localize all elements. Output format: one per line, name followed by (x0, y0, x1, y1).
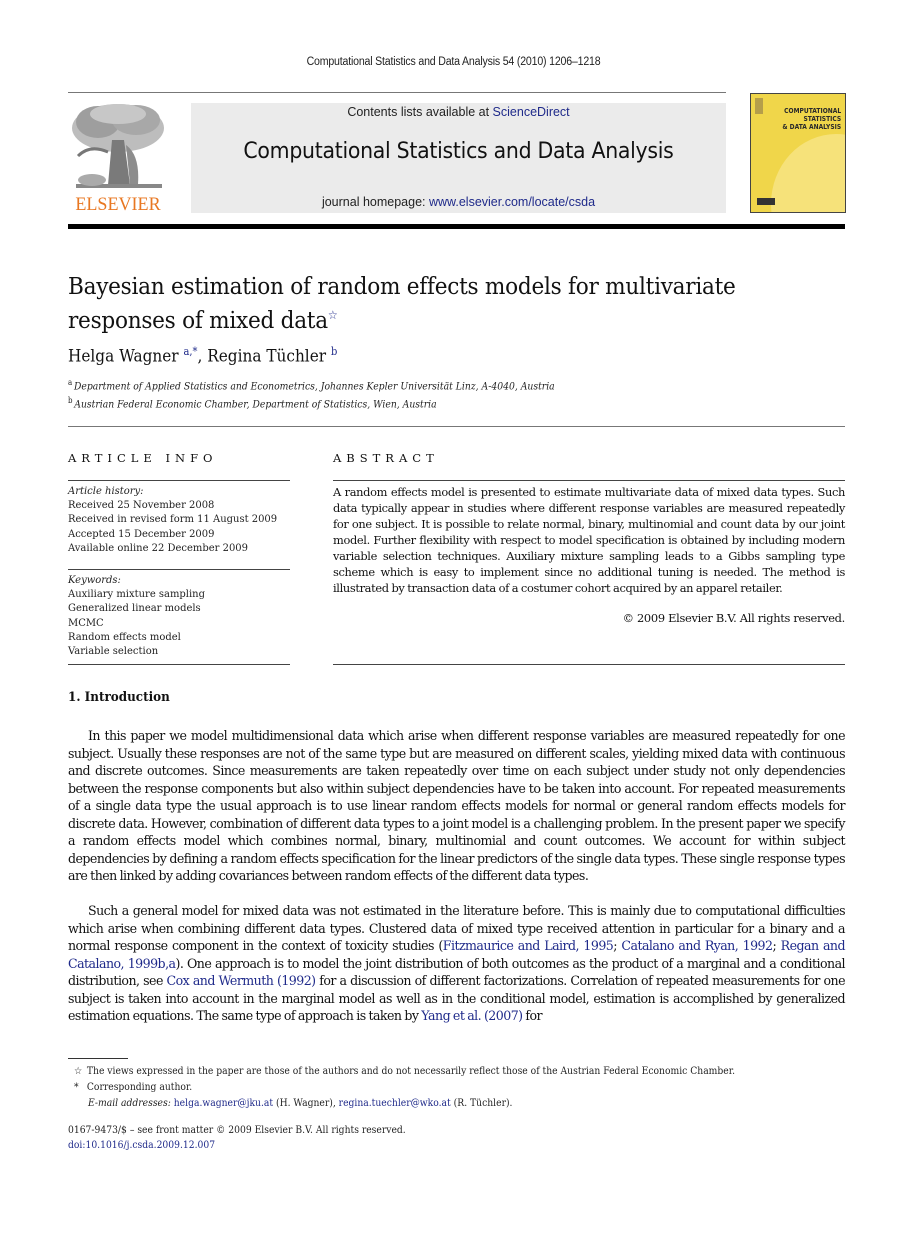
citation-link[interactable]: Cox and Wermuth (1992) (167, 973, 317, 988)
history-item: Received in revised form 11 August 2009 (68, 513, 278, 526)
affiliation-text: Austrian Federal Economic Chamber, Depar… (74, 398, 437, 411)
publisher-name: ELSEVIER (75, 194, 161, 215)
affiliation-mark: b (68, 396, 73, 405)
journal-title: Computational Statistics and Data Analys… (243, 139, 674, 164)
author-list: Helga Wagner a,*, Regina Tüchler b (68, 345, 337, 367)
section-heading: 1. Introduction (68, 690, 170, 705)
keywords: Keywords: Auxiliary mixture sampling Gen… (68, 573, 282, 658)
article-title: Bayesian estimation of random effects mo… (68, 272, 767, 335)
abstract-divider (333, 664, 845, 665)
running-head: Computational Statistics and Data Analys… (306, 56, 601, 68)
keyword: Variable selection (68, 645, 159, 658)
history-item: Available online 22 December 2009 (68, 541, 248, 554)
info-divider (68, 569, 290, 570)
author-name: Regina Tüchler (207, 346, 327, 367)
email-link[interactable]: helga.wagner@jku.at (174, 1098, 273, 1109)
cover-decoration (771, 134, 845, 212)
affiliation-text: Department of Applied Statistics and Eco… (73, 380, 555, 393)
article-history: Article history: Received 25 November 20… (68, 484, 282, 555)
author-affiliation-mark[interactable]: a,* (183, 345, 197, 358)
keyword: Random effects model (68, 630, 181, 643)
abstract-divider (333, 480, 845, 481)
citation-link[interactable]: Fitzmaurice and Laird, 1995 (443, 938, 614, 953)
article-info-heading: ARTICLE INFO (68, 451, 218, 465)
doi-link[interactable]: doi:10.1016/j.csda.2009.12.007 (68, 1140, 215, 1151)
footnote-star-icon: ☆ (74, 1066, 83, 1077)
cover-title-line: & DATA ANALYSIS (782, 123, 841, 131)
cover-stamp-icon (755, 98, 763, 114)
section-divider (68, 426, 845, 427)
history-item: Received 25 November 2008 (68, 499, 215, 512)
citation-link[interactable]: Yang et al. (2007) (421, 1008, 523, 1023)
contents-prefix: Contents lists available at (347, 105, 493, 119)
issn-line: 0167-9473/$ – see front matter © 2009 El… (68, 1125, 406, 1136)
sciencedirect-link[interactable]: ScienceDirect (493, 105, 570, 119)
footnote-rule (68, 1058, 128, 1059)
journal-banner: Contents lists available at ScienceDirec… (191, 103, 726, 213)
header-rule (68, 92, 726, 93)
author-name: Helga Wagner (68, 346, 179, 367)
cover-publisher-icon (757, 198, 775, 205)
abstract-heading: ABSTRACT (333, 451, 439, 465)
abstract-copyright: © 2009 Elsevier B.V. All rights reserved… (622, 611, 846, 625)
journal-cover-image[interactable]: COMPUTATIONAL STATISTICS & DATA ANALYSIS (750, 93, 846, 213)
info-divider (68, 664, 290, 665)
body-paragraph: In this paper we model multidimensional … (68, 728, 846, 883)
doi-line: doi:10.1016/j.csda.2009.12.007 (68, 1140, 215, 1151)
keyword: Generalized linear models (68, 602, 201, 615)
cover-title: COMPUTATIONAL STATISTICS & DATA ANALYSIS (782, 107, 841, 131)
keyword: Auxiliary mixture sampling (68, 588, 206, 601)
email-footnote: E-mail addresses: helga.wagner@jku.at (H… (88, 1098, 796, 1109)
author-separator: , (197, 346, 208, 367)
affiliation: b Austrian Federal Economic Chamber, Depa… (68, 396, 437, 411)
affiliation: a Department of Applied Statistics and Ec… (68, 378, 555, 393)
masthead-rule (68, 224, 845, 229)
keywords-label: Keywords: (68, 574, 121, 586)
email-label: E-mail addresses: (88, 1098, 171, 1109)
email-owner: (H. Wagner), (273, 1098, 339, 1109)
paragraph-text: for (522, 1008, 542, 1023)
citation-separator: ; (772, 938, 781, 953)
citation-link[interactable]: Catalano and Ryan, 1992 (621, 938, 773, 953)
footnote: * Corresponding author. (74, 1082, 782, 1093)
elsevier-logo[interactable]: ELSEVIER (68, 100, 168, 215)
elsevier-tree-logo-icon (68, 100, 168, 192)
body-paragraph: Such a general model for mixed data was … (68, 902, 846, 1025)
footnote-asterisk-icon: * (74, 1082, 79, 1093)
keyword: MCMC (68, 616, 104, 629)
title-footnote-star-icon[interactable]: ☆ (328, 308, 338, 322)
affiliation-mark: a (68, 378, 73, 387)
cover-title-line: COMPUTATIONAL (784, 107, 841, 115)
email-owner: (R. Tüchler). (450, 1098, 513, 1109)
footnote-text: The views expressed in the paper are tho… (86, 1066, 736, 1077)
email-link[interactable]: regina.tuechler@wko.at (339, 1098, 451, 1109)
cover-title-line: STATISTICS (803, 115, 841, 123)
journal-homepage-link[interactable]: www.elsevier.com/locate/csda (429, 195, 595, 209)
article-title-text: Bayesian estimation of random effects mo… (68, 272, 736, 334)
contents-line: Contents lists available at ScienceDirec… (191, 105, 726, 119)
author-affiliation-mark[interactable]: b (331, 345, 337, 358)
abstract-text: A random effects model is presented to e… (333, 485, 845, 595)
footnote: ☆ The views expressed in the paper are th… (74, 1066, 782, 1077)
history-item: Accepted 15 December 2009 (68, 527, 215, 540)
homepage-line: journal homepage: www.elsevier.com/locat… (191, 195, 726, 209)
footnote-text: Corresponding author. (86, 1082, 193, 1093)
homepage-prefix: journal homepage: (321, 195, 429, 209)
history-label: Article history: (68, 485, 144, 497)
info-divider (68, 480, 290, 481)
